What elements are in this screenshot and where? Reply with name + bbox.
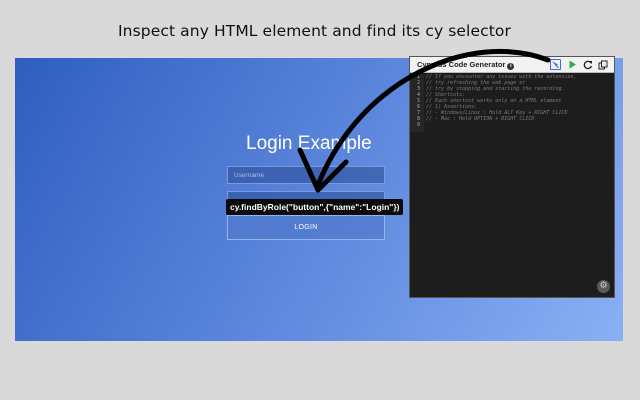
- username-input[interactable]: Username: [227, 166, 385, 184]
- play-icon[interactable]: [567, 59, 578, 70]
- inspect-icon[interactable]: [550, 59, 561, 70]
- copy-icon[interactable]: [597, 59, 608, 70]
- gear-icon[interactable]: ⚙: [597, 280, 610, 293]
- headline: Inspect any HTML element and find its cy…: [118, 22, 511, 40]
- login-button[interactable]: LOGIN: [227, 215, 385, 240]
- panel-title-text: Cypress Code Generator: [417, 60, 506, 69]
- refresh-icon[interactable]: [582, 59, 593, 70]
- panel-title: Cypress Code Generator i: [417, 60, 515, 70]
- code-generator-panel: Cypress Code Generator i 1// If you encou…: [409, 56, 615, 298]
- login-title: Login Example: [246, 133, 372, 154]
- selector-tooltip: cy.findByRole("button",{"name":"Login"}): [226, 199, 404, 215]
- panel-header: Cypress Code Generator i: [410, 57, 614, 73]
- code-editor[interactable]: 1// If you encounter any issues with the…: [410, 74, 614, 184]
- info-icon[interactable]: i: [507, 63, 515, 70]
- code-line: 9: [416, 122, 420, 128]
